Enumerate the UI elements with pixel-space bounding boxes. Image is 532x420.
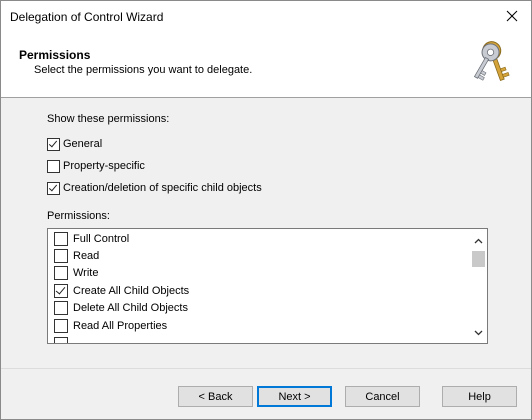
child-objects-label: Creation/deletion of specific child obje… — [63, 182, 262, 194]
chevron-down-icon — [474, 330, 483, 335]
page-subtitle: Select the permissions you want to deleg… — [34, 64, 253, 76]
wizard-body: Show these permissions: General Property… — [1, 98, 531, 363]
general-option[interactable]: General — [47, 136, 102, 152]
general-checkbox[interactable] — [47, 137, 60, 151]
list-item-checkbox[interactable] — [54, 300, 68, 315]
scroll-thumb[interactable] — [472, 251, 485, 267]
child-objects-checkbox[interactable] — [47, 181, 60, 195]
help-button[interactable]: Help — [442, 386, 517, 407]
list-item[interactable]: Read All Properties — [54, 317, 167, 334]
wizard-window: Delegation of Control Wizard Permissions… — [0, 0, 532, 420]
title-bar: Delegation of Control Wizard — [1, 1, 531, 31]
list-item[interactable]: Delete All Child Objects — [54, 299, 188, 316]
list-item-label: Create All Child Objects — [73, 284, 190, 297]
page-title: Permissions — [19, 48, 91, 62]
list-item-label: Write — [73, 266, 99, 279]
scroll-down-button[interactable] — [470, 324, 487, 341]
property-specific-option[interactable]: Property-specific — [47, 158, 145, 174]
list-item[interactable]: Full Control — [54, 230, 129, 247]
show-permissions-label: Show these permissions: — [47, 113, 170, 125]
permissions-list[interactable]: Full Control Read Write Create All Child… — [47, 228, 488, 344]
list-item-checkbox[interactable] — [54, 283, 68, 298]
list-item-label: Read — [73, 249, 100, 262]
next-button[interactable]: Next > — [257, 386, 332, 407]
list-item-checkbox[interactable] — [54, 248, 68, 263]
scroll-up-button[interactable] — [470, 232, 487, 249]
close-icon — [506, 10, 518, 22]
window-title: Delegation of Control Wizard — [10, 10, 164, 24]
list-scrollbar[interactable] — [470, 229, 487, 343]
permissions-label: Permissions: — [47, 210, 110, 222]
chevron-up-icon — [474, 238, 483, 243]
list-item[interactable]: Read — [54, 247, 99, 264]
wizard-header: Permissions Select the permissions you w… — [1, 31, 531, 98]
list-item-label: Full Control — [73, 232, 130, 245]
list-item[interactable] — [54, 335, 73, 343]
child-objects-option[interactable]: Creation/deletion of specific child obje… — [47, 180, 262, 196]
list-item[interactable]: Create All Child Objects — [54, 282, 189, 299]
property-specific-checkbox[interactable] — [47, 159, 60, 173]
cancel-button[interactable]: Cancel — [345, 386, 420, 407]
list-item[interactable]: Write — [54, 264, 98, 281]
list-item-label: Read All Properties — [73, 319, 168, 332]
back-button[interactable]: < Back — [178, 386, 253, 407]
footer-divider — [1, 368, 531, 369]
close-button[interactable] — [497, 3, 527, 29]
list-item-checkbox[interactable] — [54, 265, 68, 280]
keys-icon — [473, 41, 510, 82]
list-item-checkbox[interactable] — [54, 318, 68, 333]
list-item-label: Delete All Child Objects — [73, 301, 188, 314]
general-label: General — [63, 138, 103, 150]
property-specific-label: Property-specific — [63, 160, 145, 172]
list-item-checkbox[interactable] — [54, 231, 68, 246]
list-item-checkbox[interactable] — [54, 336, 68, 343]
